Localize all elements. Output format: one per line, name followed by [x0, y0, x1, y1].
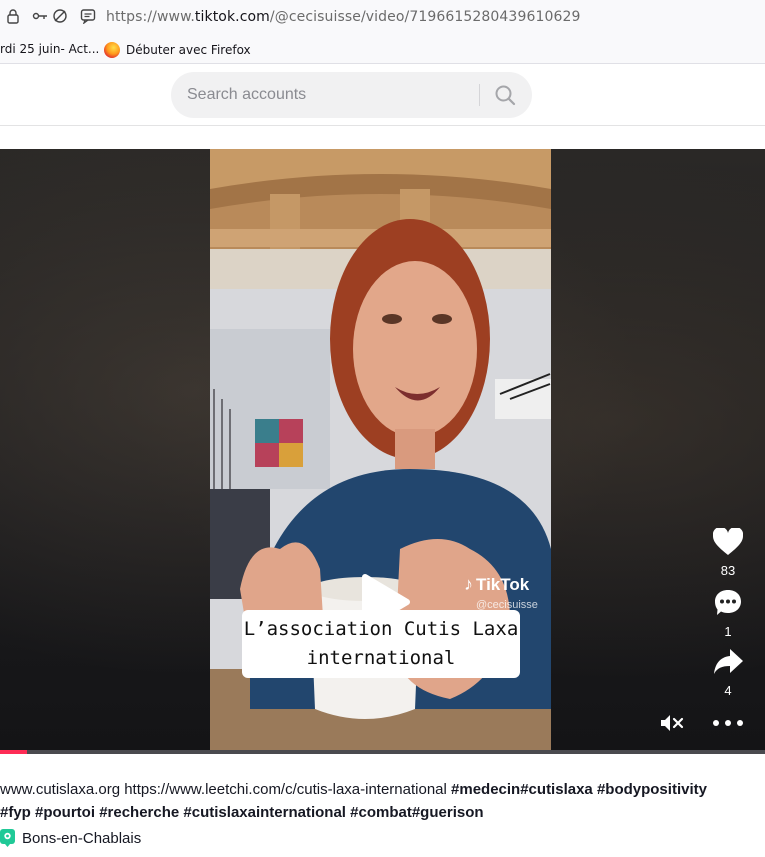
comment-icon [715, 590, 741, 615]
search-divider [479, 84, 480, 106]
caption-line-1: L’association Cutis Laxa [243, 618, 519, 640]
like-button[interactable]: 83 [706, 526, 750, 578]
caption-line-2: international [306, 647, 456, 669]
mute-icon[interactable] [660, 713, 684, 733]
heart-icon [712, 526, 744, 555]
video-description: www.cutislaxa.org https://www.leetchi.co… [0, 779, 765, 824]
firefox-icon [104, 42, 120, 58]
url-domain: tiktok.com [194, 9, 270, 25]
search-icon [495, 85, 516, 106]
like-count: 83 [720, 563, 736, 578]
search-input[interactable] [187, 72, 477, 118]
location-label: Bons-en-Chablais [22, 829, 142, 847]
url-field[interactable]: https://www.tiktok.com/@cecisuisse/video… [106, 9, 581, 25]
tiktok-logo-icon: ♪ [464, 574, 473, 594]
description-links[interactable]: www.cutislaxa.org https://www.leetchi.co… [0, 781, 451, 798]
bookmark-label: Débuter avec Firefox [126, 43, 251, 57]
share-button[interactable]: 4 [706, 648, 750, 698]
share-count: 4 [724, 683, 732, 698]
watermark-text: TikTok [476, 574, 530, 594]
search-button[interactable] [487, 77, 523, 113]
hashtag-link[interactable]: #combat [350, 804, 412, 821]
url-prefix: https://www. [106, 9, 195, 25]
tiktok-header [0, 64, 765, 126]
comment-count: 1 [724, 624, 732, 639]
reader-view-icon[interactable] [80, 8, 96, 25]
hashtag-link[interactable]: #bodypositivity [597, 781, 707, 798]
hashtag-link[interactable]: #fyp [0, 804, 31, 821]
bookmark-item[interactable]: rdi 25 juin- Act... [0, 42, 99, 56]
url-path: /@cecisuisse/video/7196615280439610629 [269, 9, 581, 25]
video-progress-bar[interactable] [0, 750, 765, 754]
description-line-1: www.cutislaxa.org https://www.leetchi.co… [0, 779, 765, 802]
lock-icon[interactable] [5, 8, 21, 24]
hashtag-link[interactable]: #guerison [412, 804, 484, 821]
video-caption: L’association Cutis Laxa international [242, 610, 520, 678]
more-options-icon[interactable] [712, 713, 744, 733]
bookmark-item-firefox[interactable]: Débuter avec Firefox [104, 42, 251, 58]
browser-address-bar: https://www.tiktok.com/@cecisuisse/video… [0, 0, 765, 34]
hashtag-link[interactable]: #pourtoi [35, 804, 95, 821]
video-progress-fill [0, 750, 27, 754]
share-icon [714, 649, 743, 674]
hashtag-link[interactable]: #recherche [99, 804, 179, 821]
hashtag-link[interactable]: #cutislaxainternational [183, 804, 346, 821]
search-box [171, 72, 532, 118]
location-pin-icon [0, 829, 15, 847]
description-line-2: #fyp #pourtoi #recherche #cutislaxainter… [0, 802, 765, 825]
bookmarks-toolbar: rdi 25 juin- Act... Débuter avec Firefox [0, 34, 765, 64]
hashtag-link[interactable]: #cutislaxa [520, 781, 593, 798]
hashtag-link[interactable]: #medecin [451, 781, 520, 798]
tracking-protection-icon[interactable] [52, 8, 68, 24]
comment-button[interactable]: 1 [706, 589, 750, 639]
tiktok-watermark: ♪ TikTok [464, 574, 529, 595]
permissions-icon[interactable] [32, 8, 48, 24]
location-tag[interactable]: Bons-en-Chablais [0, 829, 141, 847]
